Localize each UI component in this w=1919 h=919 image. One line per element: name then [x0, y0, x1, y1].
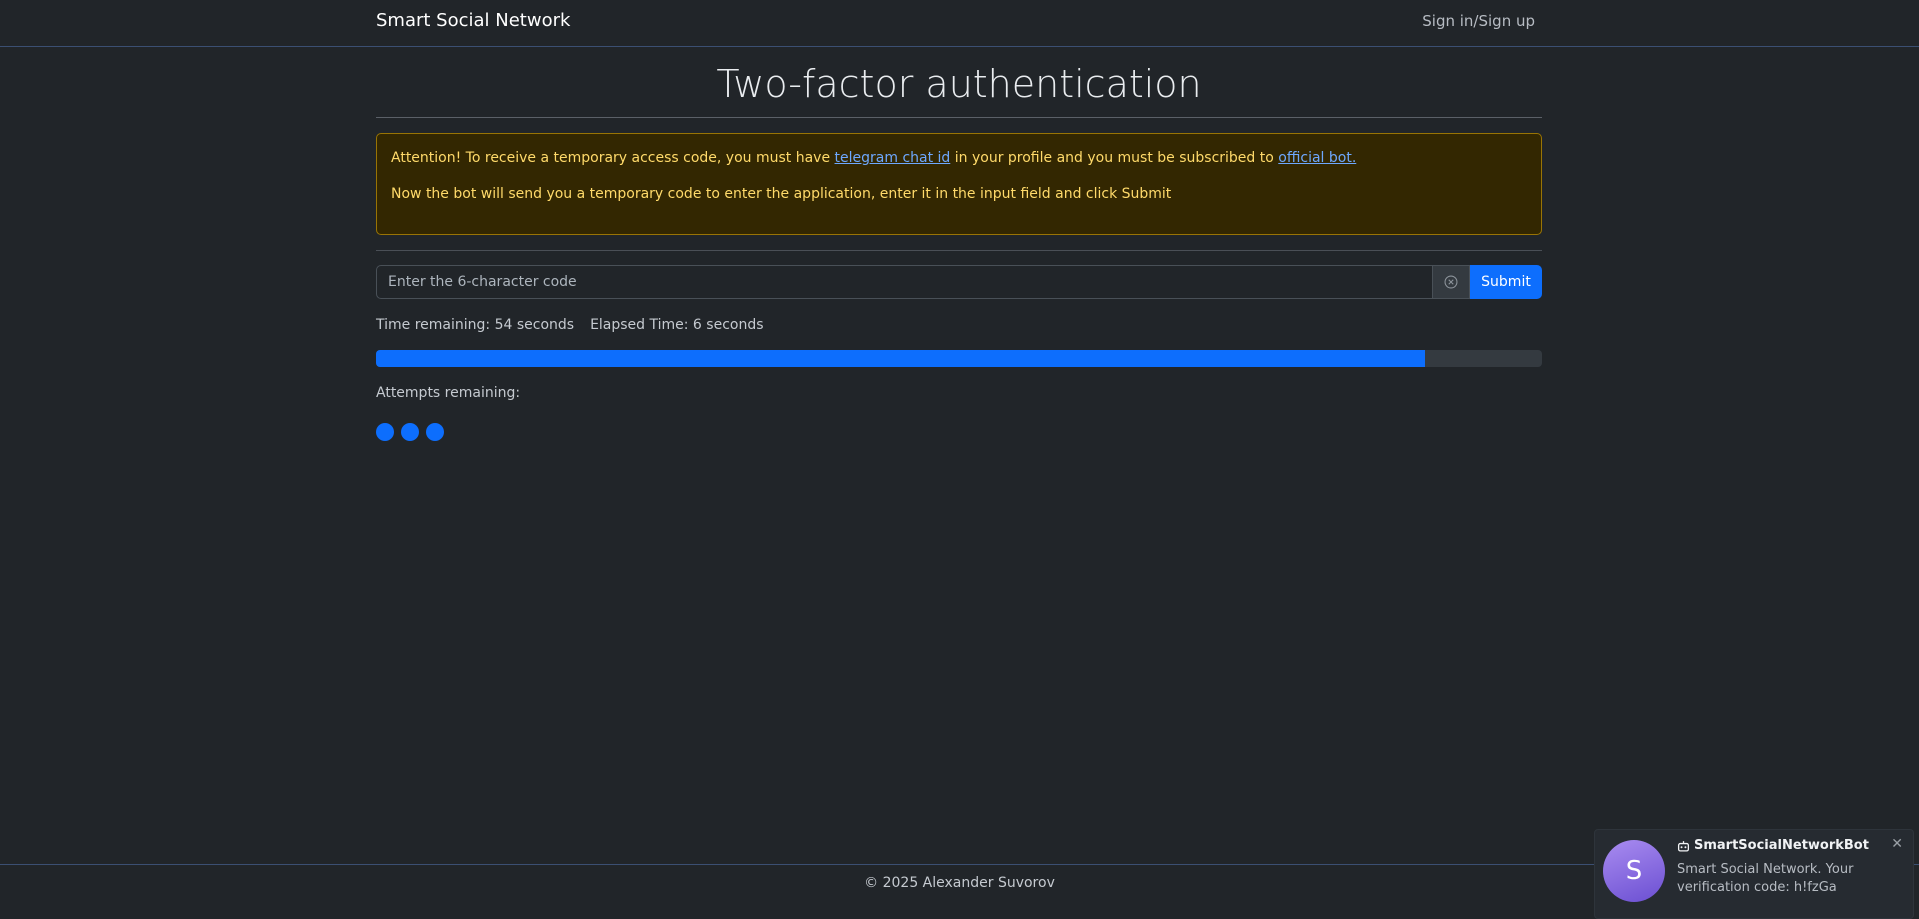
- brand-link[interactable]: Smart Social Network: [376, 10, 570, 31]
- notification-toast[interactable]: S SmartSocialNetworkBot ✕ Smart Social N…: [1594, 829, 1914, 919]
- code-input[interactable]: [376, 265, 1433, 299]
- attention-alert: Attention! To receive a temporary access…: [376, 133, 1542, 235]
- attempt-dot: [401, 423, 419, 441]
- attempt-dot: [426, 423, 444, 441]
- attempt-dot: [376, 423, 394, 441]
- telegram-chat-id-link[interactable]: telegram chat id: [835, 150, 951, 166]
- toast-message: Smart Social Network. Your verification …: [1677, 862, 1854, 895]
- toast-title-row: SmartSocialNetworkBot: [1677, 838, 1869, 853]
- clear-input-button[interactable]: [1433, 265, 1470, 299]
- robot-icon: [1677, 840, 1690, 852]
- alert-text-before: Attention! To receive a temporary access…: [391, 150, 835, 166]
- alert-line-1: Attention! To receive a temporary access…: [391, 149, 1527, 168]
- timer-info: Time remaining: 54 seconds Elapsed Time: …: [376, 317, 764, 333]
- bot-avatar: S: [1603, 840, 1665, 902]
- elapsed-time: Elapsed Time: 6 seconds: [590, 317, 764, 333]
- signin-link[interactable]: Sign in/Sign up: [1422, 12, 1535, 30]
- time-progress-bar: [376, 350, 1542, 367]
- alert-line-2: Now the bot will send you a temporary co…: [391, 186, 1172, 202]
- copyright-text: © 2025 Alexander Suvorov: [864, 875, 1055, 891]
- navbar: Smart Social Network Sign in/Sign up: [0, 0, 1919, 47]
- close-icon[interactable]: ✕: [1891, 836, 1903, 852]
- alert-text-middle: in your profile and you must be subscrib…: [950, 150, 1279, 166]
- attempts-label: Attempts remaining:: [376, 385, 521, 401]
- time-remaining: Time remaining: 54 seconds: [376, 317, 575, 333]
- alert-divider: [376, 250, 1542, 251]
- main-content: Two-factor authentication Attention! To …: [376, 47, 1542, 441]
- progress-fill: [376, 350, 1426, 367]
- page-title: Two-factor authentication: [716, 62, 1202, 106]
- circle-x-icon: [1444, 275, 1458, 289]
- title-divider: [376, 117, 1542, 118]
- official-bot-link[interactable]: official bot.: [1278, 150, 1356, 166]
- attempt-dots: [376, 423, 444, 441]
- code-input-group: Submit: [376, 265, 1542, 299]
- submit-button[interactable]: Submit: [1470, 265, 1542, 299]
- toast-title: SmartSocialNetworkBot: [1694, 838, 1869, 853]
